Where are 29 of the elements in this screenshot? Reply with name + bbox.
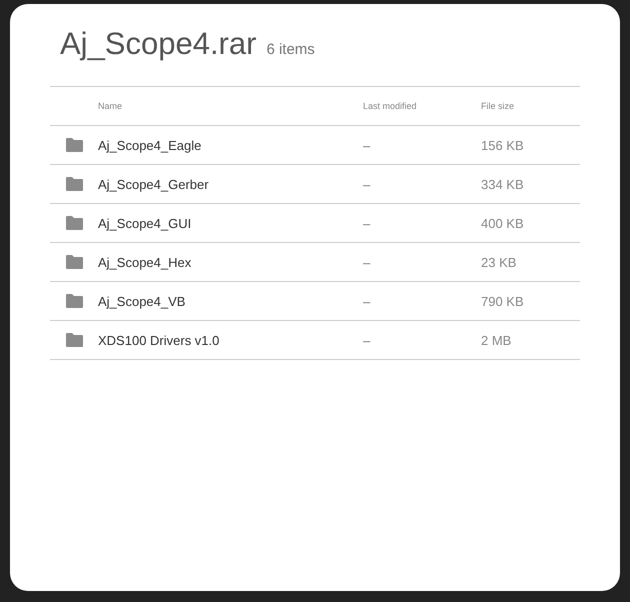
size-cell-text: 23 KB <box>481 254 518 270</box>
file-name[interactable]: Aj_Scope4_Gerber <box>98 176 363 192</box>
folder-icon <box>66 255 82 269</box>
size-cell-text: 334 KB <box>481 176 525 192</box>
file-name[interactable]: Aj_Scope4_VB <box>98 294 363 308</box>
column-header: Name <box>98 101 124 111</box>
folder-icon <box>66 138 82 152</box>
folder-icon <box>66 177 82 191</box>
file-name[interactable]: XDS100 Drivers v1.0 <box>98 332 363 348</box>
column-header: Last modified <box>363 101 418 111</box>
modified-cell-text: – <box>363 138 372 152</box>
size-cell-text: 400 KB <box>481 216 525 230</box>
modified-cell-text: – <box>363 294 372 308</box>
size-cell-text: 790 KB <box>481 294 525 308</box>
modified-cell-text: – <box>363 332 372 348</box>
modified-cell-text: – <box>363 254 372 270</box>
column-header: File size <box>481 101 516 111</box>
modified-cell-text: – <box>363 176 372 192</box>
item-count: 6 items <box>266 41 315 58</box>
folder-icon <box>66 216 82 230</box>
size-cell-text: 156 KB <box>481 138 525 152</box>
file-name[interactable]: Aj_Scope4_GUI <box>98 216 363 230</box>
modified-cell-text: – <box>363 216 372 230</box>
file-name[interactable]: Aj_Scope4_Hex <box>98 254 363 270</box>
size-cell-text: 2 MB <box>481 332 512 348</box>
folder-icon <box>66 294 82 308</box>
file-name[interactable]: Aj_Scope4_Eagle <box>98 138 363 152</box>
dialog-title: Aj_Scope4.rar <box>60 26 256 62</box>
folder-icon <box>66 333 82 347</box>
